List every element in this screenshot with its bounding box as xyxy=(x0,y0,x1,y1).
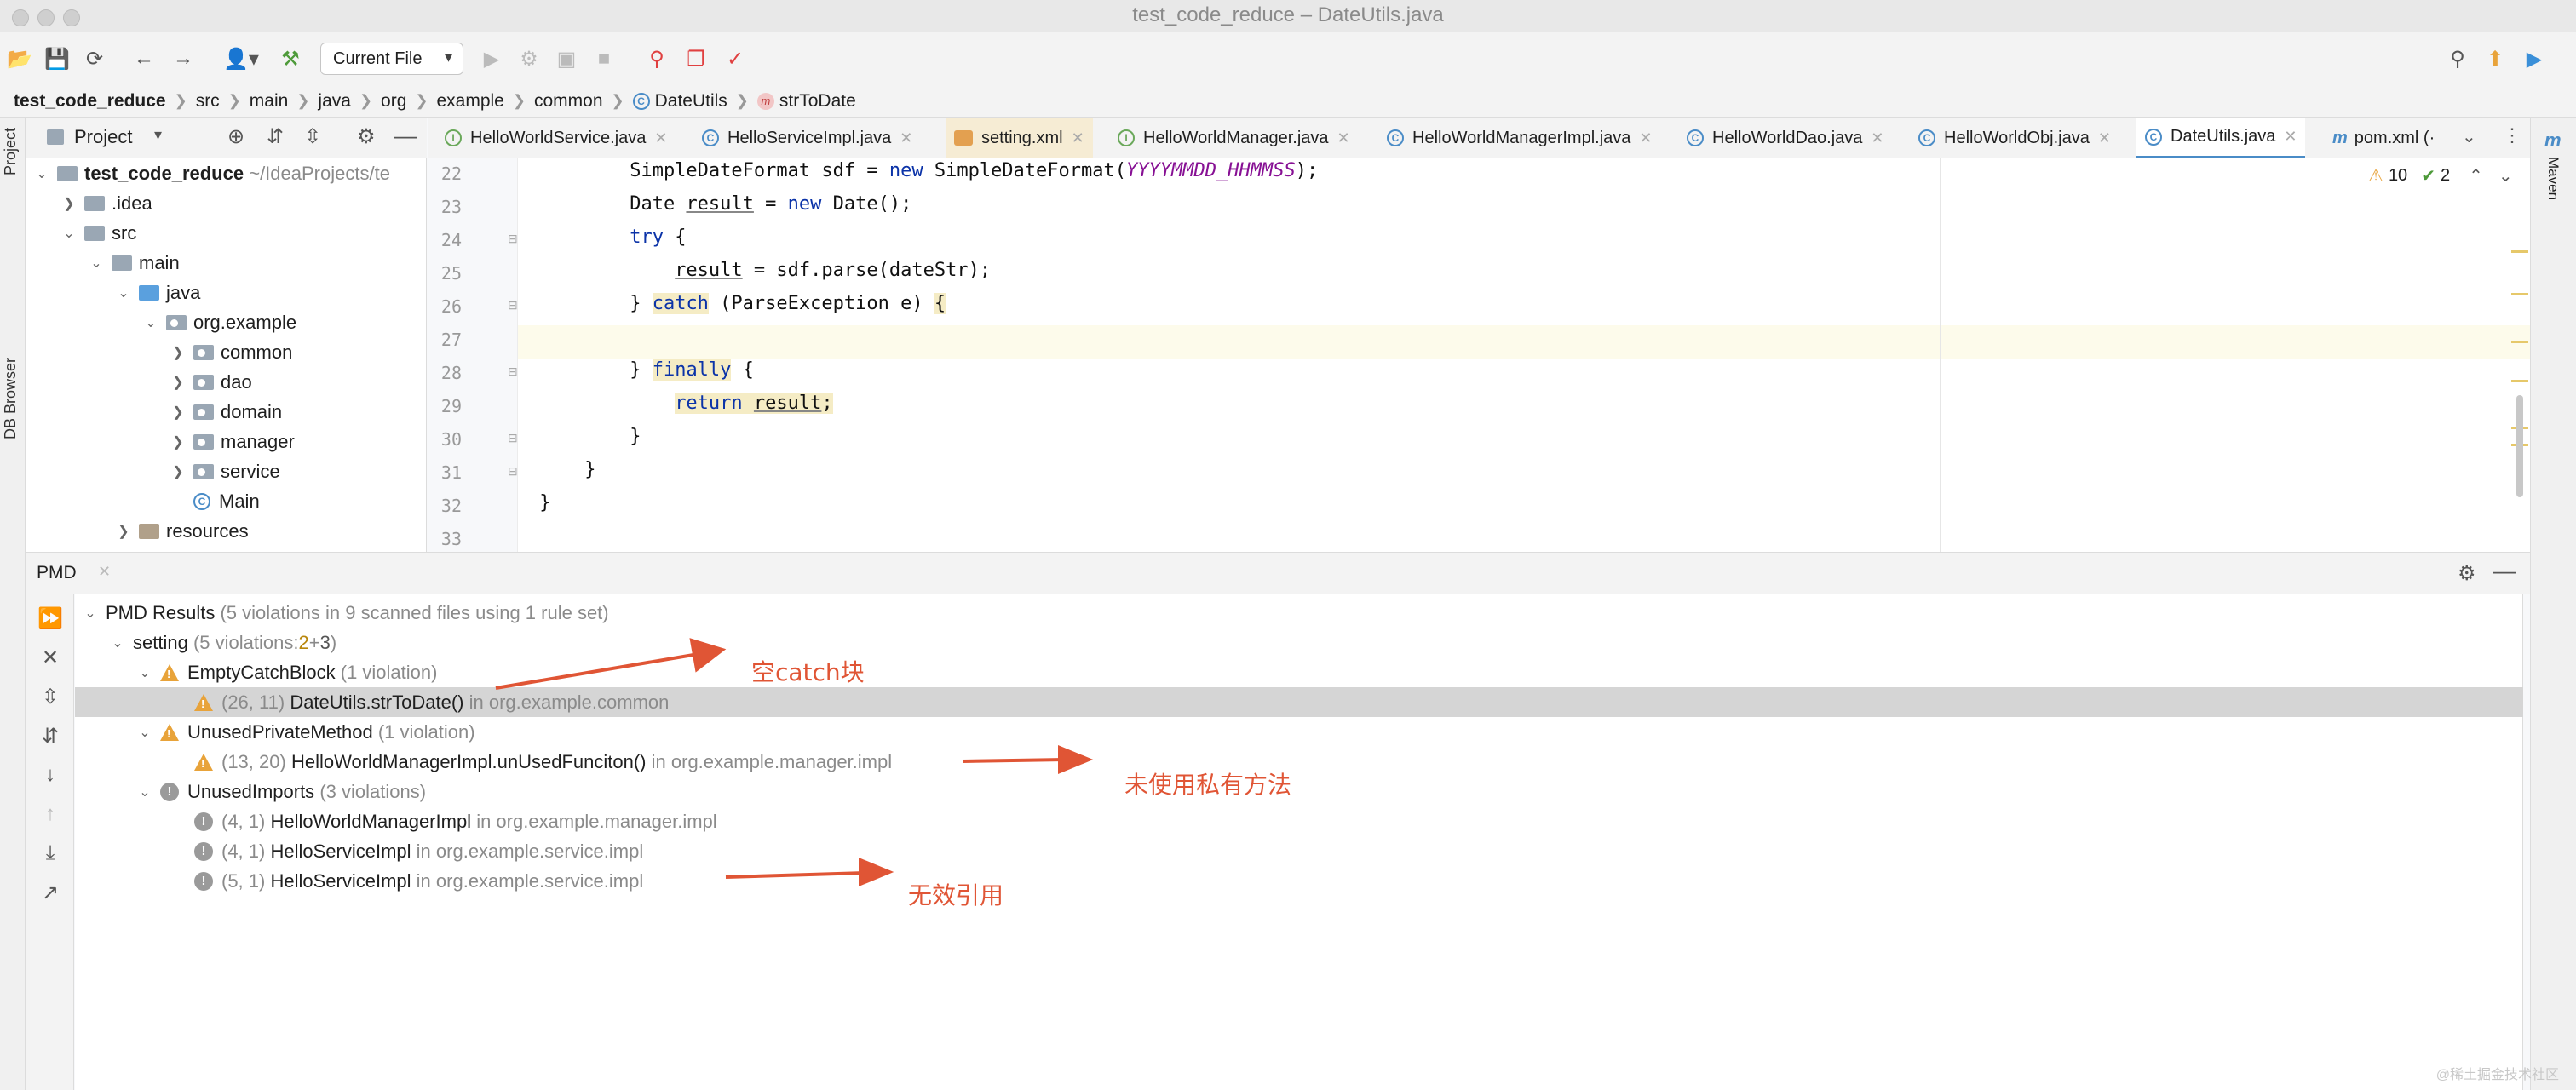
arrow-unused-private xyxy=(962,758,1066,763)
annotation-unused-private-method: 未使用私有方法 xyxy=(1124,771,1292,799)
annotation-empty-catch: 空catch块 xyxy=(751,658,865,686)
arrowhead xyxy=(689,638,727,673)
annotation-unused-imports: 无效引用 xyxy=(908,881,1004,909)
watermark: @稀土掘金技术社区 xyxy=(2435,1068,2559,1082)
arrowhead xyxy=(859,858,894,886)
arrowhead xyxy=(1058,745,1094,774)
ide-window: test_code_reduce – DateUtils.java 📂 💾 ⟳ … xyxy=(0,0,2576,1090)
annotation-arrows xyxy=(495,638,1094,886)
arrow-empty-catch xyxy=(495,652,699,690)
arrow-unused-imports xyxy=(725,871,866,879)
